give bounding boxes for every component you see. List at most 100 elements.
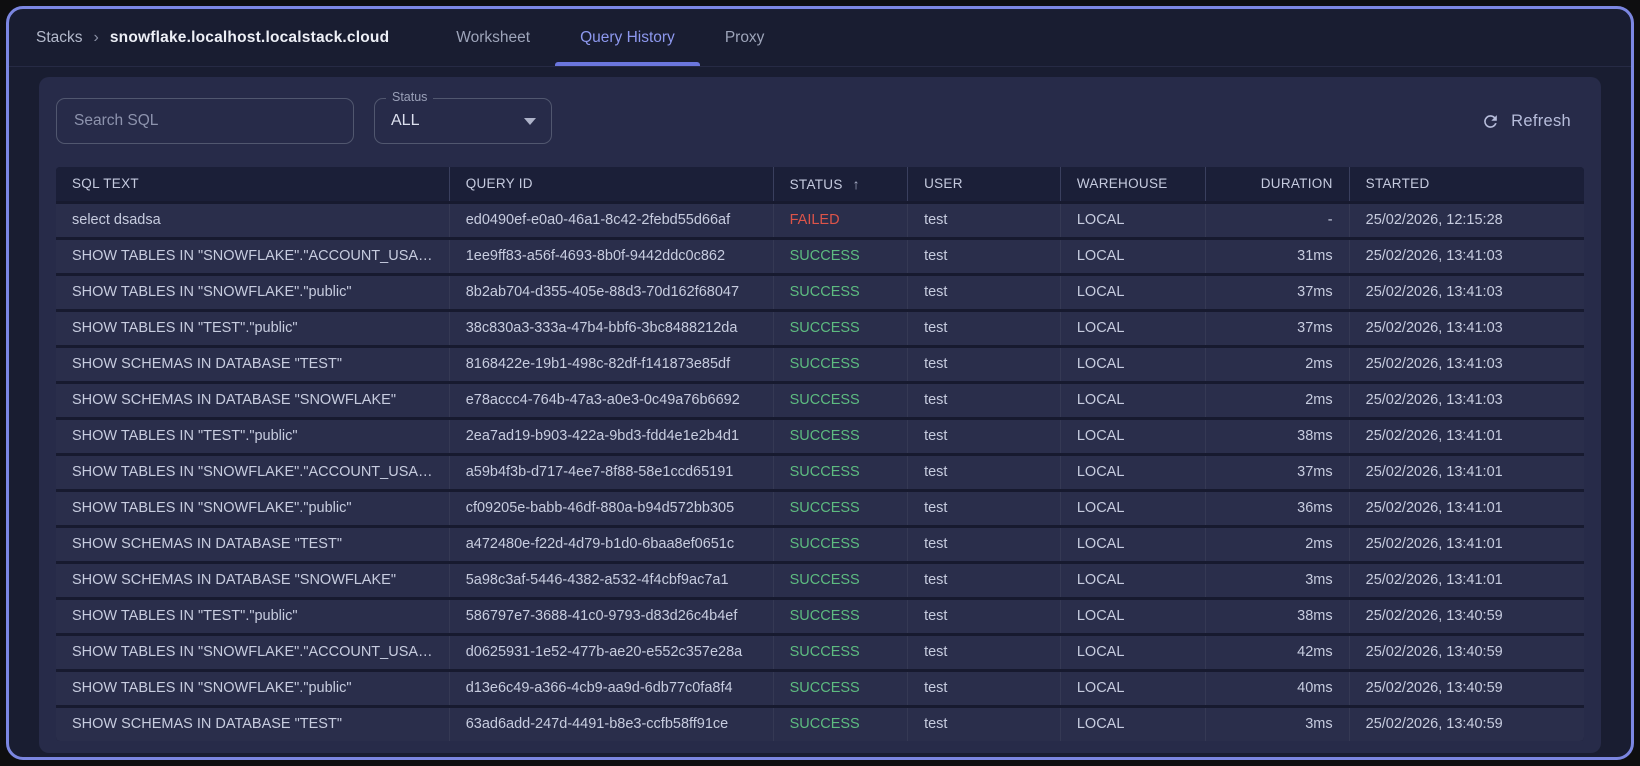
- cell-query-id: 38c830a3-333a-47b4-bbf6-3bc8488212da: [448, 312, 773, 345]
- table-row[interactable]: SHOW TABLES IN "TEST"."public" 586797e7-3…: [56, 600, 1584, 633]
- table-row[interactable]: SHOW SCHEMAS IN DATABASE "TEST" a472480e-…: [56, 528, 1584, 561]
- column-header-duration[interactable]: DURATION: [1205, 167, 1349, 201]
- cell-duration: 37ms: [1205, 456, 1349, 489]
- cell-started: 25/02/2026, 13:41:03: [1348, 240, 1584, 273]
- cell-started: 25/02/2026, 13:41:03: [1348, 348, 1584, 381]
- breadcrumb-separator-icon: ›: [93, 28, 99, 46]
- cell-duration: 31ms: [1205, 240, 1349, 273]
- cell-status: SUCCESS: [772, 600, 907, 633]
- table-row[interactable]: SHOW SCHEMAS IN DATABASE "TEST" 63ad6add-…: [56, 708, 1584, 741]
- cell-user: test: [907, 636, 1060, 669]
- cell-user: test: [907, 312, 1060, 345]
- cell-sql-text: SHOW TABLES IN "SNOWFLAKE"."public": [72, 680, 352, 696]
- cell-user: test: [907, 348, 1060, 381]
- cell-status: SUCCESS: [772, 564, 907, 597]
- refresh-button-label: Refresh: [1511, 111, 1571, 130]
- cell-user: test: [907, 564, 1060, 597]
- cell-started: 25/02/2026, 13:40:59: [1348, 636, 1584, 669]
- cell-query-id: 5a98c3af-5446-4382-a532-4f4cbf9ac7a1: [448, 564, 773, 597]
- cell-started: 25/02/2026, 12:15:28: [1348, 204, 1584, 237]
- cell-duration: 37ms: [1205, 312, 1349, 345]
- column-header-started[interactable]: STARTED: [1348, 167, 1584, 201]
- cell-warehouse: LOCAL: [1059, 492, 1205, 525]
- cell-sql-text: SHOW TABLES IN "TEST"."public": [72, 428, 298, 444]
- cell-status: SUCCESS: [772, 348, 907, 381]
- cell-sql-text: SHOW SCHEMAS IN DATABASE "TEST": [72, 356, 342, 372]
- table-row[interactable]: SHOW SCHEMAS IN DATABASE "SNOWFLAKE" 5a98…: [56, 564, 1584, 597]
- cell-query-id: 8168422e-19b1-498c-82df-f141873e85df: [448, 348, 773, 381]
- breadcrumb-stack-name: snowflake.localhost.localstack.cloud: [109, 28, 390, 46]
- cell-query-id: 8b2ab704-d355-405e-88d3-70d162f68047: [448, 276, 773, 309]
- table-row[interactable]: SHOW TABLES IN "SNOWFLAKE"."public" 8b2ab…: [56, 276, 1584, 309]
- status-filter-select[interactable]: Status ALL: [374, 90, 552, 144]
- cell-query-id: d0625931-1e52-477b-ae20-e552c357e28a: [448, 636, 773, 669]
- cell-sql-text: SHOW TABLES IN "SNOWFLAKE"."public": [72, 284, 352, 300]
- cell-query-id: cf09205e-babb-46df-880a-b94d572bb305: [448, 492, 773, 525]
- cell-duration: 38ms: [1205, 600, 1349, 633]
- table-row[interactable]: SHOW TABLES IN "SNOWFLAKE"."ACCOUNT_USAG…: [56, 636, 1584, 669]
- table-row[interactable]: SHOW TABLES IN "SNOWFLAKE"."public" cf092…: [56, 492, 1584, 525]
- cell-sql-text: SHOW SCHEMAS IN DATABASE "SNOWFLAKE": [72, 572, 396, 588]
- breadcrumb-stacks[interactable]: Stacks: [36, 29, 83, 47]
- cell-started: 25/02/2026, 13:41:01: [1348, 420, 1584, 453]
- cell-status: SUCCESS: [772, 312, 907, 345]
- cell-user: test: [907, 600, 1060, 633]
- cell-sql-text: SHOW TABLES IN "TEST"."public": [72, 608, 298, 624]
- query-history-panel: Status ALL Refresh SQL TEXT QUERY ID STA…: [39, 77, 1601, 753]
- query-history-table: SQL TEXT QUERY ID STATUS ↑ USER WAREHOUSE…: [56, 167, 1584, 741]
- table-row[interactable]: select dsadsa ed0490ef-e0a0-46a1-8c42-2fe…: [56, 204, 1584, 237]
- cell-warehouse: LOCAL: [1059, 384, 1205, 417]
- cell-sql-text: SHOW TABLES IN "TEST"."public": [72, 320, 298, 336]
- cell-user: test: [907, 240, 1060, 273]
- cell-duration: 40ms: [1205, 672, 1349, 705]
- table-row[interactable]: SHOW SCHEMAS IN DATABASE "TEST" 8168422e-…: [56, 348, 1584, 381]
- table-row[interactable]: SHOW TABLES IN "TEST"."public" 38c830a3-3…: [56, 312, 1584, 345]
- table-row[interactable]: SHOW TABLES IN "SNOWFLAKE"."ACCOUNT_USAG…: [56, 240, 1584, 273]
- cell-status: SUCCESS: [772, 636, 907, 669]
- toolbar: Status ALL Refresh: [56, 90, 1584, 144]
- status-filter-label: Status: [386, 90, 434, 104]
- tab-query-history[interactable]: Query History: [555, 9, 700, 66]
- active-tab-indicator: [555, 62, 700, 66]
- cell-sql-text: SHOW TABLES IN "SNOWFLAKE"."ACCOUNT_USAG…: [72, 644, 445, 660]
- cell-sql-text: SHOW SCHEMAS IN DATABASE "TEST": [72, 716, 342, 732]
- table-row[interactable]: SHOW TABLES IN "SNOWFLAKE"."public" d13e6…: [56, 672, 1584, 705]
- cell-started: 25/02/2026, 13:41:01: [1348, 564, 1584, 597]
- cell-duration: -: [1205, 204, 1349, 237]
- cell-started: 25/02/2026, 13:40:59: [1348, 600, 1584, 633]
- cell-duration: 2ms: [1205, 384, 1349, 417]
- search-input[interactable]: [56, 98, 354, 144]
- table-row[interactable]: SHOW TABLES IN "TEST"."public" 2ea7ad19-b…: [56, 420, 1584, 453]
- table-row[interactable]: SHOW SCHEMAS IN DATABASE "SNOWFLAKE" e78a…: [56, 384, 1584, 417]
- column-header-sql-text[interactable]: SQL TEXT: [56, 167, 449, 201]
- tab-proxy[interactable]: Proxy: [700, 9, 790, 66]
- column-header-warehouse[interactable]: WAREHOUSE: [1059, 167, 1205, 201]
- cell-warehouse: LOCAL: [1059, 600, 1205, 633]
- cell-warehouse: LOCAL: [1059, 420, 1205, 453]
- table-row[interactable]: SHOW TABLES IN "SNOWFLAKE"."ACCOUNT_USAG…: [56, 456, 1584, 489]
- cell-warehouse: LOCAL: [1059, 564, 1205, 597]
- refresh-icon: [1484, 114, 1497, 128]
- column-header-user[interactable]: USER: [907, 167, 1060, 201]
- cell-query-id: 2ea7ad19-b903-422a-9bd3-fdd4e1e2b4d1: [448, 420, 773, 453]
- column-header-query-id[interactable]: QUERY ID: [448, 167, 773, 201]
- column-header-status[interactable]: STATUS ↑: [772, 167, 907, 201]
- cell-warehouse: LOCAL: [1059, 204, 1205, 237]
- cell-user: test: [907, 492, 1060, 525]
- chevron-down-icon: [524, 117, 536, 125]
- cell-warehouse: LOCAL: [1059, 672, 1205, 705]
- cell-query-id: 1ee9ff83-a56f-4693-8b0f-9442ddc0c862: [448, 240, 773, 273]
- cell-query-id: e78accc4-764b-47a3-a0e3-0c49a76b6692: [448, 384, 773, 417]
- cell-duration: 2ms: [1205, 528, 1349, 561]
- cell-status: SUCCESS: [772, 456, 907, 489]
- cell-status: SUCCESS: [772, 276, 907, 309]
- cell-duration: 38ms: [1205, 420, 1349, 453]
- tab-worksheet[interactable]: Worksheet: [431, 9, 555, 66]
- top-nav: Stacks › snowflake.localhost.localstack.…: [9, 9, 1631, 67]
- sort-ascending-icon[interactable]: ↑: [853, 167, 860, 201]
- cell-sql-text: SHOW TABLES IN "SNOWFLAKE"."public": [72, 500, 352, 516]
- cell-warehouse: LOCAL: [1059, 636, 1205, 669]
- status-filter-value: ALL: [391, 112, 420, 129]
- cell-duration: 3ms: [1205, 708, 1349, 741]
- refresh-button[interactable]: Refresh: [1481, 112, 1571, 131]
